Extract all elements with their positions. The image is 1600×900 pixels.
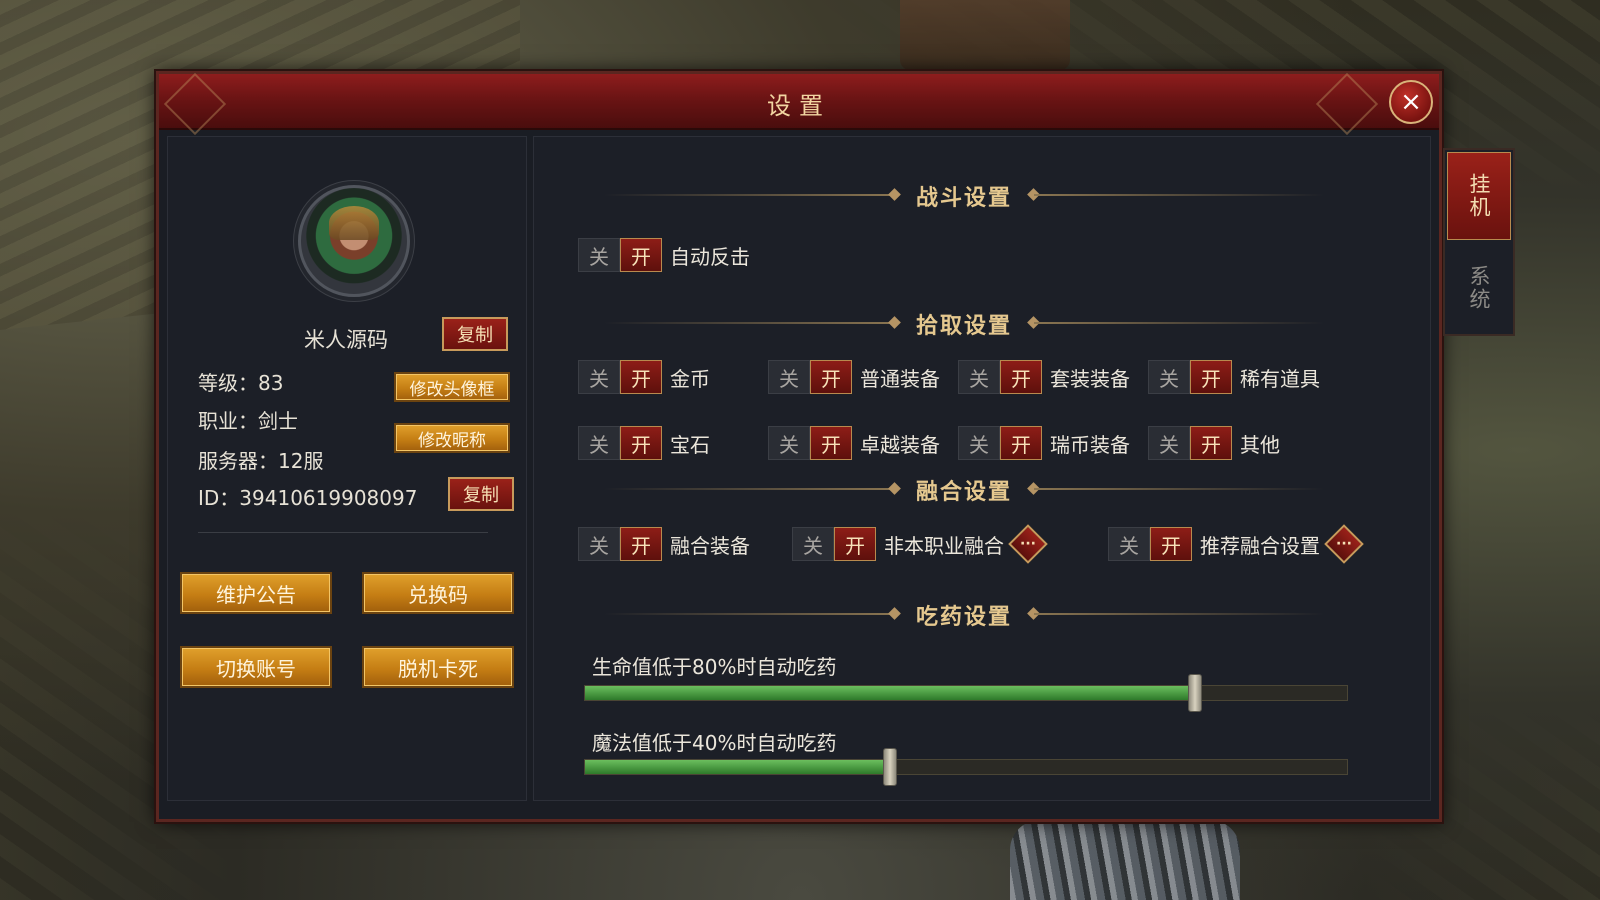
- toggle-pickup-other: 关 开 其他: [1148, 426, 1280, 460]
- more-options-icon[interactable]: ···: [1008, 524, 1048, 564]
- switch-account-button[interactable]: 切换账号: [180, 646, 332, 688]
- potion-section-title: 吃药设置: [915, 605, 1012, 630]
- toggle-on-button[interactable]: 开: [1000, 426, 1042, 460]
- tab-system[interactable]: 系统: [1447, 244, 1511, 332]
- edit-nickname-button[interactable]: 修改昵称: [394, 423, 510, 453]
- pickup-section-title: 拾取设置: [915, 314, 1012, 339]
- toggle-fusion-recommended: 关 开 推荐融合设置 ···: [1108, 524, 1364, 564]
- toggle-pickup-excellent-gear: 关 开 卓越装备: [768, 426, 940, 460]
- toggle-off-button[interactable]: 关: [1148, 426, 1190, 460]
- toggle-off-button[interactable]: 关: [768, 360, 810, 394]
- hp-slider-label: 生命值低于80%时自动吃药: [592, 655, 837, 679]
- background-rock: [1010, 820, 1240, 900]
- toggle-off-button[interactable]: 关: [958, 426, 1000, 460]
- copy-id-button[interactable]: 复制: [448, 477, 514, 511]
- toggle-label: 瑞币装备: [1050, 432, 1130, 457]
- profile-panel: 米人源码 复制 等级：83 修改头像框 职业：剑士 修改昵称 服务器：12服 I…: [167, 136, 527, 801]
- settings-dialog: 设置 × 米人源码 复制 等级：83 修改头像框 职业：剑士 修改昵称 服务器：…: [156, 71, 1442, 822]
- mp-slider-thumb[interactable]: [882, 748, 897, 786]
- more-dots: ···: [1336, 536, 1352, 552]
- redeem-code-button[interactable]: 兑换码: [362, 572, 514, 614]
- toggle-pickup-normal-gear: 关 开 普通装备: [768, 360, 940, 394]
- toggle-off-button[interactable]: 关: [1148, 360, 1190, 394]
- more-options-icon[interactable]: ···: [1324, 524, 1364, 564]
- toggle-label: 非本职业融合: [884, 533, 1004, 558]
- toggle-on-button[interactable]: 开: [1190, 360, 1232, 394]
- close-icon[interactable]: ×: [1389, 80, 1433, 124]
- tab-auto-battle[interactable]: 挂机: [1447, 152, 1511, 240]
- toggle-off-button[interactable]: 关: [578, 426, 620, 460]
- toggle-label: 普通装备: [860, 366, 940, 391]
- fusion-section-title: 融合设置: [915, 480, 1012, 505]
- dialog-title: 设置: [767, 92, 831, 120]
- edit-avatar-frame-button[interactable]: 修改头像框: [394, 372, 510, 402]
- toggle-on-button[interactable]: 开: [810, 426, 852, 460]
- toggle-label: 套装装备: [1050, 366, 1130, 391]
- hp-slider-fill: [585, 686, 1195, 700]
- toggle-pickup-gold: 关 开 金币: [578, 360, 710, 394]
- avatar[interactable]: [298, 185, 410, 297]
- toggle-on-button[interactable]: 开: [834, 527, 876, 561]
- class-text: 职业：剑士: [198, 409, 298, 433]
- header-line: [1034, 488, 1324, 490]
- toggle-fusion-gear: 关 开 融合装备: [578, 527, 750, 561]
- toggle-label: 融合装备: [670, 533, 750, 558]
- toggle-label: 金币: [670, 366, 710, 391]
- toggle-on-button[interactable]: 开: [1000, 360, 1042, 394]
- combat-section-header: 战斗设置: [604, 180, 1324, 211]
- level-text: 等级：83: [198, 371, 284, 395]
- toggle-off-button[interactable]: 关: [792, 527, 834, 561]
- header-line: [1034, 613, 1324, 615]
- toggle-off-button[interactable]: 关: [958, 360, 1000, 394]
- toggle-on-button[interactable]: 开: [620, 238, 662, 272]
- toggle-off-button[interactable]: 关: [578, 527, 620, 561]
- toggle-label: 其他: [1240, 432, 1280, 457]
- background-cart: [900, 0, 1070, 70]
- potion-section-header: 吃药设置: [604, 599, 1324, 630]
- pickup-section-header: 拾取设置: [604, 308, 1324, 339]
- toggle-label: 宝石: [670, 432, 710, 457]
- unstuck-button[interactable]: 脱机卡死: [362, 646, 514, 688]
- profile-divider: [198, 532, 488, 533]
- more-dots: ···: [1020, 536, 1036, 552]
- toggle-fusion-cross-class: 关 开 非本职业融合 ···: [792, 524, 1048, 564]
- header-line: [1034, 322, 1324, 324]
- header-line: [1034, 194, 1324, 196]
- mp-threshold-slider[interactable]: [584, 748, 1348, 786]
- toggle-label: 卓越装备: [860, 432, 940, 457]
- toggle-on-button[interactable]: 开: [620, 527, 662, 561]
- side-tabs: 挂机 系统: [1443, 148, 1515, 336]
- toggle-pickup-set-gear: 关 开 套装装备: [958, 360, 1130, 394]
- toggle-on-button[interactable]: 开: [1190, 426, 1232, 460]
- toggle-label: 推荐融合设置: [1200, 533, 1320, 558]
- toggle-on-button[interactable]: 开: [620, 360, 662, 394]
- title-bar: 设置 ×: [159, 74, 1439, 130]
- hp-slider-thumb[interactable]: [1187, 674, 1202, 712]
- combat-section-title: 战斗设置: [915, 186, 1012, 211]
- toggle-auto-counter: 关 开 自动反击: [578, 238, 750, 272]
- toggle-pickup-gem: 关 开 宝石: [578, 426, 710, 460]
- toggle-on-button[interactable]: 开: [620, 426, 662, 460]
- toggle-pickup-rare-items: 关 开 稀有道具: [1148, 360, 1320, 394]
- toggle-on-button[interactable]: 开: [1150, 527, 1192, 561]
- toggle-on-button[interactable]: 开: [810, 360, 852, 394]
- toggle-label: 稀有道具: [1240, 366, 1320, 391]
- toggle-off-button[interactable]: 关: [578, 238, 620, 272]
- settings-panel: 战斗设置 关 开 自动反击 拾取设置 关 开 金币 关 开 普通装备 关 开 套…: [533, 136, 1431, 801]
- copy-name-button[interactable]: 复制: [442, 317, 508, 351]
- hp-threshold-slider[interactable]: [584, 674, 1348, 712]
- toggle-pickup-coin-gear: 关 开 瑞币装备: [958, 426, 1130, 460]
- player-name: 米人源码: [304, 328, 388, 352]
- toggle-off-button[interactable]: 关: [578, 360, 620, 394]
- mp-slider-label: 魔法值低于40%时自动吃药: [592, 731, 837, 755]
- server-text: 服务器：12服: [198, 449, 324, 473]
- player-id-text: ID：39410619908097: [198, 486, 418, 510]
- toggle-off-button[interactable]: 关: [768, 426, 810, 460]
- mp-slider-fill: [585, 760, 890, 774]
- toggle-label: 自动反击: [670, 244, 750, 269]
- maintenance-notice-button[interactable]: 维护公告: [180, 572, 332, 614]
- toggle-off-button[interactable]: 关: [1108, 527, 1150, 561]
- fusion-section-header: 融合设置: [604, 474, 1324, 505]
